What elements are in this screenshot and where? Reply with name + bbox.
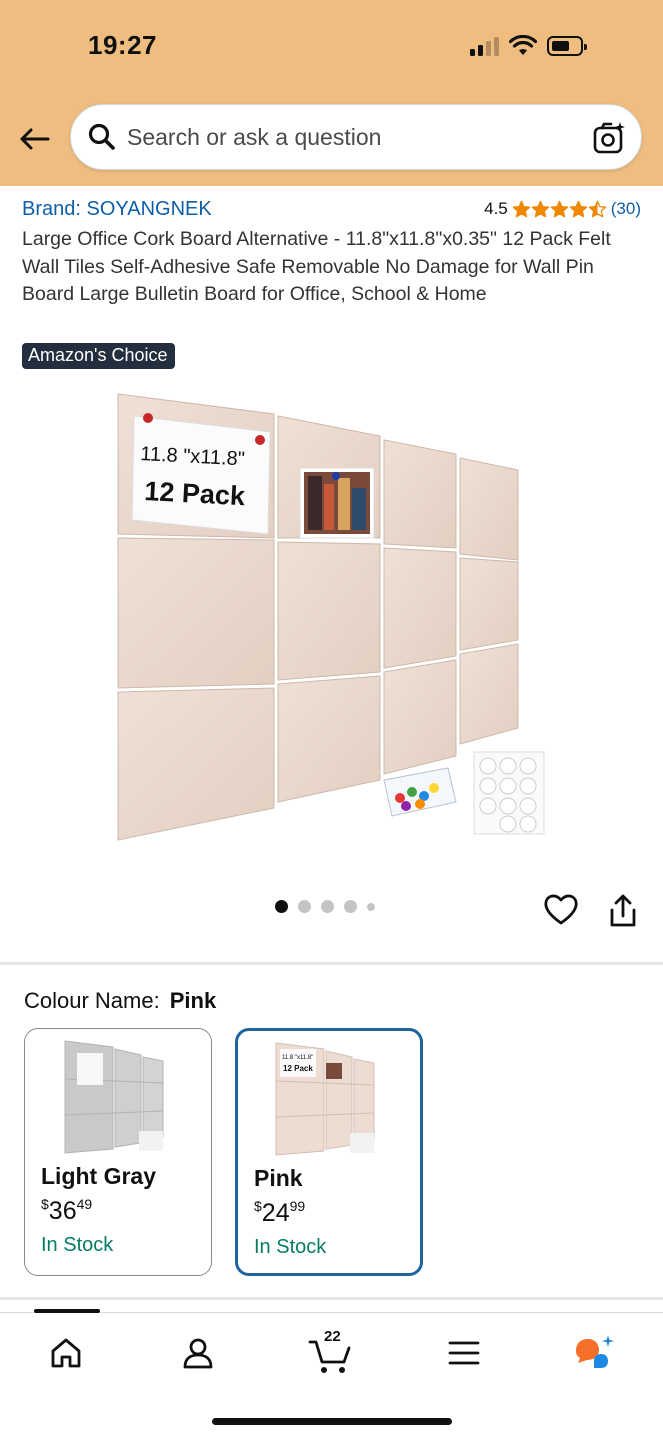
colour-label-text: Colour Name: [24, 988, 160, 1013]
star-icon [512, 200, 531, 217]
status-time: 19:27 [88, 30, 157, 60]
amazons-choice-badge: Amazon's Choice [22, 343, 175, 369]
cart-count-badge: 22 [324, 1328, 341, 1345]
heart-icon[interactable] [542, 890, 580, 928]
colour-label: Colour Name: Pink [24, 988, 216, 1014]
wifi-icon [509, 35, 537, 55]
swatch-name: Pink [254, 1165, 303, 1191]
swatch-thumbnail [63, 1039, 175, 1155]
svg-text:12 Pack: 12 Pack [283, 1064, 313, 1073]
review-count-link[interactable]: (30) [611, 199, 641, 219]
swatch-name: Light Gray [41, 1163, 157, 1189]
search-icon [87, 122, 117, 152]
camera-icon[interactable] [591, 120, 627, 156]
colour-selected-value: Pink [169, 988, 217, 1013]
search-input[interactable] [127, 123, 567, 151]
back-arrow-icon [20, 128, 50, 150]
carousel-dot[interactable] [321, 900, 334, 913]
section-divider [0, 962, 663, 965]
carousel-dot[interactable] [298, 900, 311, 913]
image-carousel-dots[interactable] [275, 900, 375, 913]
colour-option-pink[interactable]: 11.8 "x11.8" 12 Pack Pink $2499 In Stock [235, 1028, 423, 1276]
brand-link[interactable]: Brand: SOYANGNEK [22, 198, 212, 221]
home-indicator [212, 1418, 452, 1425]
swatch-stock-status: In Stock [254, 1236, 327, 1258]
image-pack-label: 12 Pack [144, 476, 247, 511]
app-header: 19:27 [0, 0, 663, 186]
swatch-stock-status: In Stock [41, 1234, 114, 1256]
swatch-price: $2499 [254, 1198, 306, 1227]
section-divider [0, 1297, 663, 1300]
product-image[interactable]: 11.8 "x11.8" 12 Pack [110, 388, 558, 848]
nav-rufus-ai[interactable] [572, 1331, 616, 1375]
star-icon [569, 200, 588, 217]
swatch-thumbnail: 11.8 "x11.8" 12 Pack [274, 1041, 386, 1157]
product-title: Large Office Cork Board Alternative - 11… [22, 228, 611, 306]
rufus-ai-icon [576, 1335, 614, 1368]
cellular-signal-icon [470, 36, 499, 56]
nav-cart[interactable]: 22 [308, 1328, 352, 1375]
nav-home[interactable] [44, 1331, 88, 1375]
nav-menu[interactable] [442, 1331, 486, 1375]
swatch-price: $3649 [41, 1196, 93, 1225]
active-tab-indicator [34, 1309, 100, 1313]
carousel-dot[interactable] [275, 900, 288, 913]
nav-account[interactable] [176, 1331, 220, 1375]
carousel-dot[interactable] [344, 900, 357, 913]
svg-text:11.8 "x11.8": 11.8 "x11.8" [282, 1055, 313, 1061]
back-button[interactable] [14, 122, 54, 156]
rating-stars [512, 200, 607, 219]
battery-icon [547, 36, 587, 56]
rating-value: 4.5 [484, 199, 508, 218]
star-icon [588, 200, 607, 217]
status-icons [470, 32, 587, 60]
star-icon [531, 200, 550, 217]
search-bar[interactable] [70, 104, 642, 170]
colour-option-light-gray[interactable]: Light Gray $3649 In Stock [24, 1028, 212, 1276]
menu-icon [448, 1341, 480, 1365]
share-icon[interactable] [604, 892, 642, 930]
rating-summary[interactable]: 4.5 (30) [484, 199, 641, 219]
star-icon [550, 200, 569, 217]
carousel-dot[interactable] [367, 902, 375, 911]
account-icon [183, 1338, 213, 1369]
home-icon [51, 1338, 81, 1368]
